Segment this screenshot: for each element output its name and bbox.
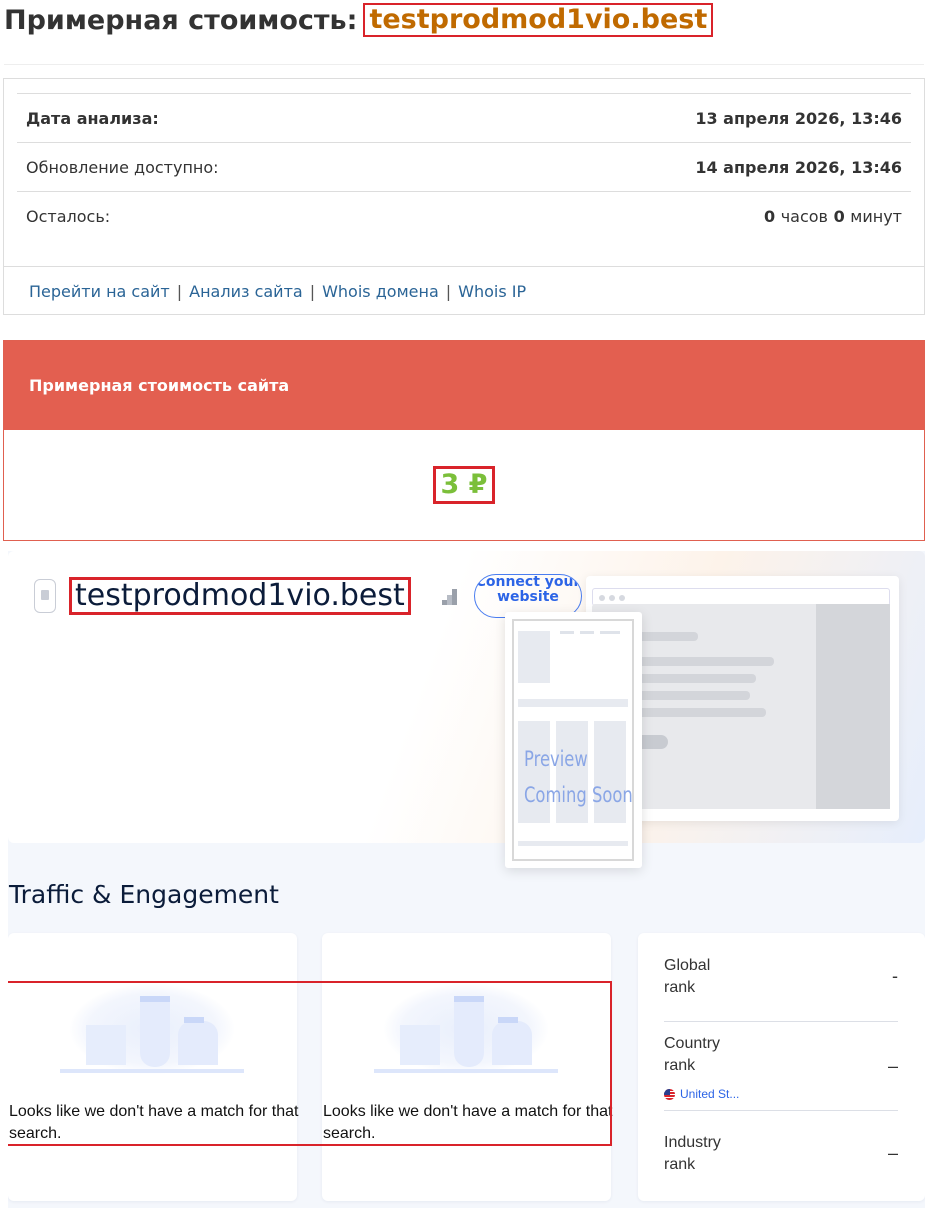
hours-unit: часов — [780, 206, 828, 226]
placeholder-line — [632, 657, 774, 666]
country-rank-value: – — [887, 1056, 898, 1076]
similarweb-widget: testprodmod1vio.best Connect your websit… — [8, 551, 925, 1208]
industry-rank-label-2: rank — [664, 1156, 696, 1173]
traffic-tile-1: Looks like we don't have a match for tha… — [8, 933, 299, 1201]
analysis-date-label: Дата анализа: — [26, 108, 159, 128]
whois-domain-link[interactable]: Whois домена — [322, 282, 439, 301]
country-rank-label-2: rank — [664, 1057, 696, 1074]
link-separator: | — [309, 281, 316, 301]
global-rank-label-2: rank — [664, 979, 696, 996]
mobile-preview-frame: Preview Coming Soon — [512, 619, 634, 861]
file-icon — [34, 579, 56, 613]
country-rank-label-1: Country — [664, 1035, 721, 1052]
page-title-domain: testprodmod1vio.best — [363, 3, 714, 37]
whois-ip-link[interactable]: Whois IP — [458, 282, 526, 301]
estimated-cost-heading: Примерная стоимость сайта — [4, 341, 924, 430]
us-flag-icon — [664, 1088, 675, 1100]
site-overview-card: testprodmod1vio.best Connect your websit… — [8, 551, 925, 868]
analysis-info-table: Дата анализа: 13 апреля 2026, 13:46 Обно… — [17, 93, 911, 240]
empty-state-illustration — [60, 979, 244, 1074]
global-rank-label-1: Global — [664, 957, 711, 974]
traffic-engagement-title: Traffic & Engagement — [9, 880, 279, 909]
site-analysis-link[interactable]: Анализ сайта — [189, 282, 303, 301]
country-name: United St... — [680, 1087, 740, 1101]
preview-label: Preview — [524, 747, 588, 771]
update-available-row: Обновление доступно: 14 апреля 2026, 13:… — [17, 142, 911, 191]
site-domain-heading: testprodmod1vio.best — [69, 577, 411, 615]
estimated-cost-panel: Примерная стоимость сайта 3 ₽ — [3, 340, 925, 541]
rank-panel: Global rank - Country rank – United St..… — [638, 933, 925, 1201]
time-remaining-label: Осталось: — [26, 206, 111, 226]
desktop-preview-sidebar — [816, 604, 890, 809]
time-remaining-row: Осталось: 0 часов 0 минут — [17, 191, 911, 240]
estimated-cost-value: 3 ₽ — [432, 466, 496, 504]
no-match-message: Looks like we don't have a match for tha… — [9, 1103, 299, 1142]
analysis-date-value: 13 апреля 2026, 13:46 — [695, 108, 902, 128]
placeholder-line — [632, 708, 766, 717]
site-links-bar: Перейти на сайт | Анализ сайта | Whois д… — [4, 266, 924, 315]
placeholder-line — [632, 674, 756, 683]
title-divider — [4, 64, 924, 65]
go-to-site-link[interactable]: Перейти на сайт — [29, 282, 170, 301]
estimated-cost-body: 3 ₽ — [4, 430, 924, 540]
coming-soon-label: Coming Soon — [524, 783, 633, 807]
no-match-message: Looks like we don't have a match for tha… — [323, 1103, 613, 1142]
empty-state-illustration — [374, 979, 558, 1074]
industry-rank-label-1: Industry — [664, 1134, 721, 1151]
analysis-date-row: Дата анализа: 13 апреля 2026, 13:46 — [17, 93, 911, 142]
placeholder-line — [632, 691, 750, 700]
global-rank: Global rank - — [664, 955, 898, 1025]
minutes-unit: минут — [850, 206, 902, 226]
rank-divider — [664, 1110, 898, 1111]
country-selector[interactable]: United St... — [664, 1083, 739, 1105]
industry-rank-value: – — [887, 1143, 898, 1163]
bar-chart-icon — [442, 588, 462, 605]
global-rank-value: - — [892, 966, 898, 986]
industry-rank: Industry rank – — [664, 1132, 898, 1192]
link-separator: | — [445, 281, 452, 301]
country-rank: Country rank – United St... — [664, 1033, 898, 1113]
page-title-prefix: Примерная стоимость: — [4, 4, 358, 36]
mobile-preview-mockup: Preview Coming Soon — [505, 612, 642, 868]
analysis-info-box: Дата анализа: 13 апреля 2026, 13:46 Обно… — [3, 78, 925, 315]
page-title: Примерная стоимость: testprodmod1vio.bes… — [4, 0, 714, 40]
link-separator: | — [176, 281, 183, 301]
update-available-label: Обновление доступно: — [26, 157, 219, 177]
preview-coming-soon-text: Preview Coming Soon — [524, 741, 633, 813]
hours-value: 0 — [763, 206, 776, 226]
update-available-value: 14 апреля 2026, 13:46 — [695, 157, 902, 177]
time-remaining-value: 0 часов 0 минут — [764, 207, 902, 226]
traffic-tile-2: Looks like we don't have a match for tha… — [322, 933, 613, 1201]
minutes-value: 0 — [833, 206, 845, 226]
rank-divider — [664, 1021, 898, 1022]
